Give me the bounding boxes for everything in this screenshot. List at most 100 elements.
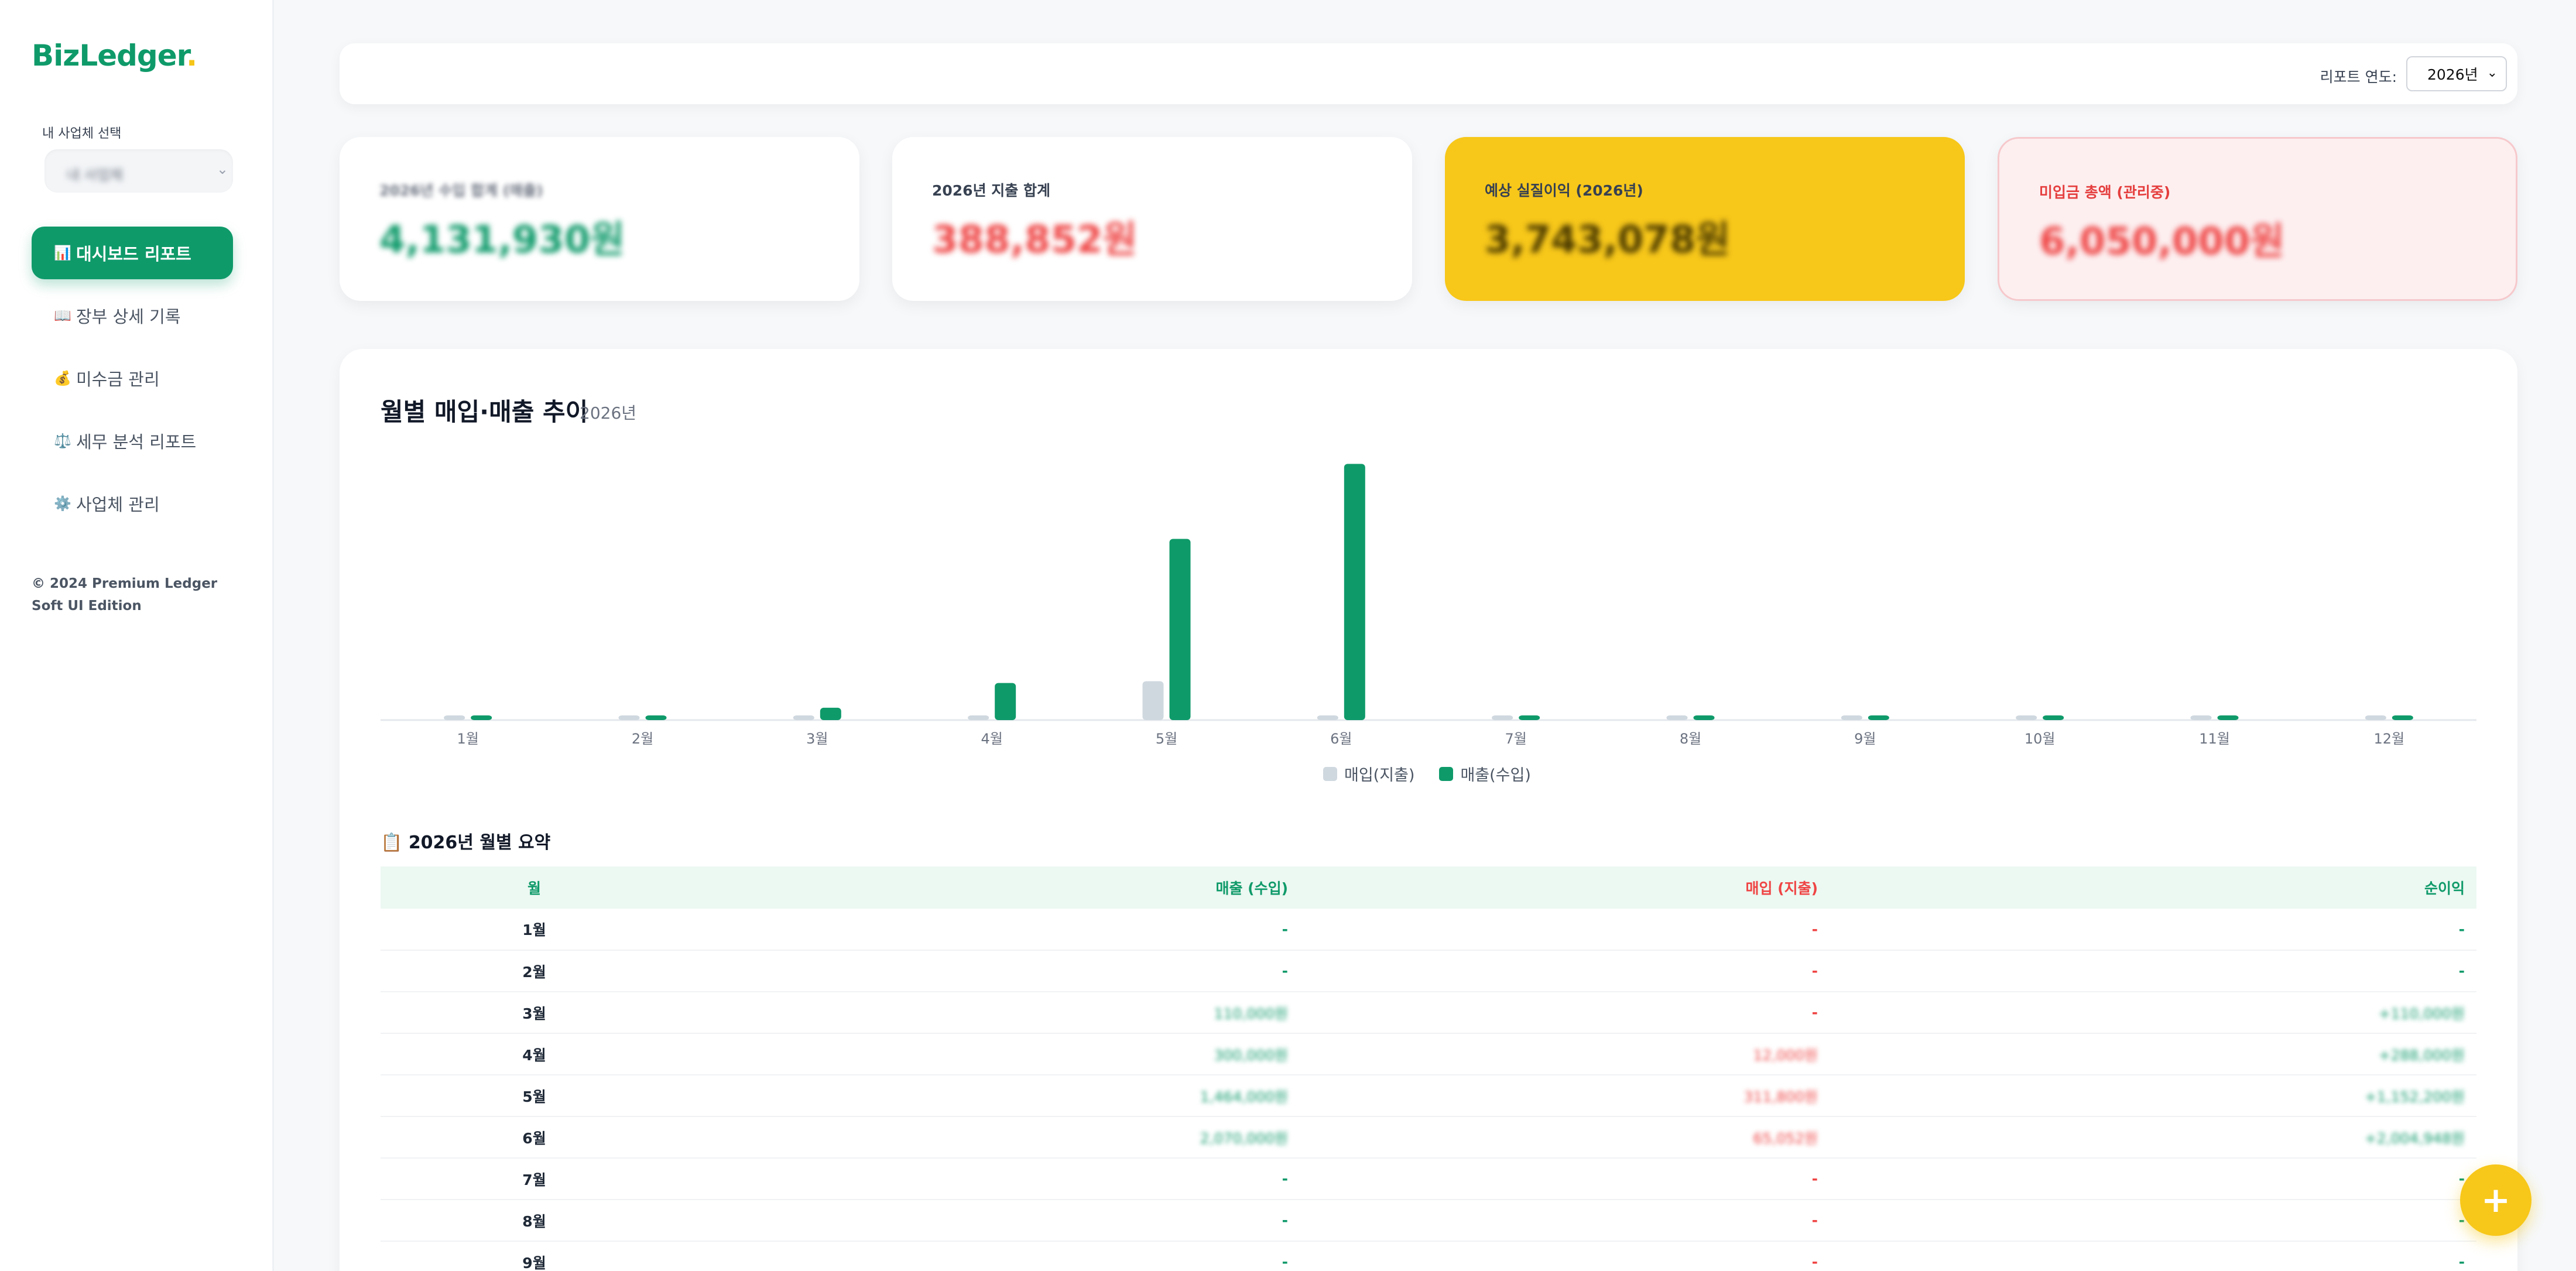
x-tick-label: 2월 (632, 731, 653, 747)
logo[interactable]: BizLedger. (32, 39, 197, 73)
x-tick-label: 1월 (457, 731, 478, 747)
scale-icon: ⚖️ (54, 433, 71, 449)
legend-label: 매출(수입) (1460, 766, 1531, 784)
unpaid-card: 미입금 총액 (관리중) 6,050,000원 (1998, 137, 2517, 301)
table-row: 5월 1,464,000원 311,800원 +1,152,200원 (381, 1075, 2476, 1117)
bar-sales-5[interactable] (1169, 539, 1191, 720)
sidebar-item-label: 세무 분석 리포트 (76, 432, 197, 452)
cell-sales: 300,000원 (688, 1033, 1300, 1075)
summary-table-title: 📋 2026년 월별 요약 (381, 833, 551, 853)
legend-item-sales[interactable]: 매출(수입) (1439, 762, 1531, 785)
bar-purchase-8[interactable] (1666, 715, 1688, 720)
x-tick-label: 8월 (1680, 731, 1701, 747)
profit-card-label: 예상 실질이익 (2026년) (1485, 182, 1643, 199)
bar-sales-11[interactable] (2217, 715, 2239, 720)
cell-month: 3월 (381, 992, 688, 1034)
x-tick-label: 10월 (2025, 731, 2056, 747)
cell-net: - (1830, 1200, 2476, 1242)
cell-month: 2월 (381, 950, 688, 992)
money-bag-icon: 💰 (54, 370, 71, 386)
report-year-select[interactable]: 2026년 ⌄ (2406, 56, 2507, 91)
bar-purchase-6[interactable] (1317, 715, 1338, 720)
bar-sales-9[interactable] (1868, 715, 1889, 720)
x-tick-label: 4월 (981, 731, 1002, 747)
sidebar-item-2[interactable]: 💰 미수금 관리 (32, 352, 233, 405)
cell-month: 9월 (381, 1241, 688, 1271)
bar-sales-2[interactable] (645, 715, 667, 720)
cell-month: 8월 (381, 1200, 688, 1242)
report-panel: 월별 매입·매출 추이 2026년 1월 2월 3월 4월 5월 6월 7월 8월 9월 10월 1… (340, 349, 2517, 1271)
sidebar-item-3[interactable]: ⚖️ 세무 분석 리포트 (32, 414, 233, 467)
chart-legend: 매입(지출) 매출(수입) (1323, 762, 1556, 785)
cell-month: 5월 (381, 1075, 688, 1117)
bar-sales-4[interactable] (995, 683, 1016, 720)
book-icon: 📖 (54, 307, 71, 324)
sidebar-item-4[interactable]: ⚙️ 사업체 관리 (32, 477, 233, 530)
cell-sales: - (688, 909, 1300, 951)
expense-card-value: 388,852원 (932, 218, 1138, 262)
bar-purchase-2[interactable] (618, 715, 640, 720)
sidebar-item-0[interactable]: 📊 대시보드 리포트 (32, 227, 233, 279)
business-select-value: 내 사업체 (67, 167, 123, 183)
bar-purchase-5[interactable] (1142, 681, 1164, 720)
business-select-label: 내 사업체 선택 (42, 126, 122, 141)
bar-purchase-11[interactable] (2190, 715, 2212, 720)
table-row: 6월 2,070,000원 65,052원 +2,004,948원 (381, 1116, 2476, 1159)
business-select[interactable]: 내 사업체 ⌄ (44, 149, 233, 193)
column-header-sales: 매출 (수입) (688, 866, 1300, 909)
bar-sales-12[interactable] (2392, 715, 2413, 720)
bar-purchase-10[interactable] (2016, 715, 2037, 720)
cell-sales: 1,464,000원 (688, 1075, 1300, 1117)
legend-swatch (1323, 766, 1337, 781)
clipboard-icon: 📋 (381, 833, 403, 853)
legend-item-purchase[interactable]: 매입(지출) (1323, 762, 1414, 785)
cell-month: 4월 (381, 1033, 688, 1075)
x-tick-label: 6월 (1330, 731, 1352, 747)
gear-icon: ⚙️ (54, 495, 71, 512)
x-tick-label: 11월 (2199, 731, 2230, 747)
column-header-purchase: 매입 (지출) (1300, 866, 1830, 909)
monthly-summary-table: 월 매출 (수입) 매입 (지출) 순이익 1월 - - -2월 - - -3월 110,00… (381, 866, 2476, 1271)
bar-sales-1[interactable] (471, 715, 492, 720)
column-header-net: 순이익 (1830, 866, 2476, 909)
bar-purchase-7[interactable] (1492, 715, 1513, 720)
cell-sales: - (688, 1241, 1300, 1271)
chevron-down-icon: ⌄ (216, 161, 228, 177)
bar-sales-10[interactable] (2043, 715, 2064, 720)
cell-month: 6월 (381, 1116, 688, 1159)
cell-purchase: - (1300, 950, 1830, 992)
copyright: © 2024 Premium Ledger Soft UI Edition (32, 576, 218, 614)
cell-month: 1월 (381, 909, 688, 951)
cell-net: +110,000원 (1830, 992, 2476, 1034)
cell-purchase: 12,000원 (1300, 1033, 1830, 1075)
profit-card: 예상 실질이익 (2026년) 3,743,078원 (1445, 137, 1965, 301)
sidebar: BizLedger. 내 사업체 선택 내 사업체 ⌄ 📊 대시보드 리포트 📖 장부… (0, 0, 274, 1271)
bar-purchase-12[interactable] (2365, 715, 2386, 720)
bar-sales-8[interactable] (1693, 715, 1715, 720)
bar-purchase-9[interactable] (1841, 715, 1862, 720)
bar-purchase-4[interactable] (968, 715, 989, 720)
bar-purchase-3[interactable] (793, 715, 814, 720)
sidebar-item-1[interactable]: 📖 장부 상세 기록 (32, 289, 233, 342)
profit-card-value: 3,743,078원 (1485, 218, 1731, 262)
bar-purchase-1[interactable] (444, 715, 465, 720)
report-header-bar: 리포트 연도: 2026년 ⌄ (340, 43, 2517, 104)
bar-sales-3[interactable] (820, 707, 841, 720)
x-tick-label: 12월 (2374, 731, 2405, 747)
cell-purchase: 311,800원 (1300, 1075, 1830, 1117)
cell-purchase: - (1300, 1200, 1830, 1242)
cell-purchase: - (1300, 1241, 1830, 1271)
chevron-down-icon: ⌄ (2486, 66, 2498, 80)
cell-net: +288,000원 (1830, 1033, 2476, 1075)
x-tick-label: 7월 (1505, 731, 1526, 747)
income-card-label: 2026년 수입 합계 (매출) (379, 182, 543, 199)
bar-sales-7[interactable] (1519, 715, 1540, 720)
cell-purchase: - (1300, 1158, 1830, 1200)
add-entry-button[interactable]: + (2460, 1164, 2532, 1236)
chart-icon: 📊 (54, 245, 71, 261)
table-row: 7월 - - - (381, 1158, 2476, 1200)
cell-net: +2,004,948원 (1830, 1116, 2476, 1159)
legend-swatch (1439, 766, 1454, 781)
cell-purchase: - (1300, 992, 1830, 1034)
bar-sales-6[interactable] (1344, 464, 1365, 720)
